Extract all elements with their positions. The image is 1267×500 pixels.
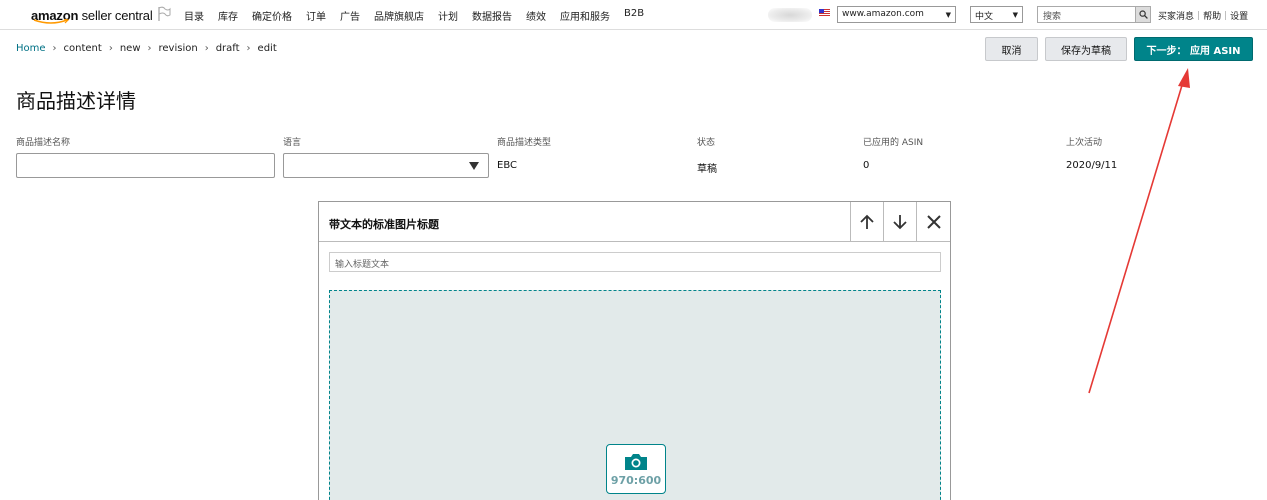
headline-placeholder: 输入标题文本 bbox=[335, 260, 390, 270]
applied-asin-value: 0 bbox=[863, 160, 870, 171]
chevron-right-icon: › bbox=[147, 43, 152, 54]
marketplace-select[interactable]: www.amazon.com ▼ bbox=[837, 6, 956, 23]
buyer-messages-link[interactable]: 买家消息 bbox=[1158, 9, 1194, 22]
main-nav: 目录 库存 确定价格 订单 广告 品牌旗舰店 计划 数据报告 绩效 应用和服务 … bbox=[184, 8, 658, 23]
logo-smile-icon bbox=[33, 19, 69, 24]
last-activity-label: 上次活动 bbox=[1066, 138, 1103, 148]
settings-link[interactable]: 设置 bbox=[1230, 9, 1248, 22]
nav-advertising[interactable]: 广告 bbox=[340, 8, 360, 23]
caret-down-icon bbox=[469, 162, 479, 170]
move-down-button[interactable] bbox=[883, 202, 916, 242]
save-draft-button[interactable]: 保存为草稿 bbox=[1045, 37, 1127, 61]
content-type-label: 商品描述类型 bbox=[497, 138, 552, 148]
image-upload-dropzone[interactable]: 970:600 bbox=[329, 290, 941, 500]
breadcrumb-home[interactable]: Home bbox=[16, 43, 46, 54]
nav-reports[interactable]: 数据报告 bbox=[472, 8, 512, 23]
module-title: 带文本的标准图片标题 bbox=[329, 218, 439, 231]
search-button[interactable] bbox=[1135, 6, 1151, 23]
status-label: 状态 bbox=[697, 138, 716, 148]
nav-stores[interactable]: 品牌旗舰店 bbox=[374, 8, 424, 23]
camera-icon bbox=[625, 453, 647, 470]
content-module: 带文本的标准图片标题 输入标题文本 970:600 bbox=[318, 201, 951, 500]
breadcrumb-revision[interactable]: revision bbox=[159, 43, 198, 54]
next-button-label: 下一步： 应用 ASIN bbox=[1146, 45, 1241, 57]
nav-b2b[interactable]: B2B bbox=[624, 8, 644, 23]
chevron-down-icon: ▼ bbox=[945, 11, 951, 19]
content-type-value: EBC bbox=[497, 160, 517, 171]
next-apply-asin-button[interactable]: 下一步： 应用 ASIN bbox=[1134, 37, 1253, 61]
seller-central-logo[interactable]: amazon seller central bbox=[31, 5, 153, 25]
breadcrumb-new[interactable]: new bbox=[120, 43, 141, 54]
nav-performance[interactable]: 绩效 bbox=[526, 8, 546, 23]
search-input[interactable]: 搜索 bbox=[1037, 6, 1136, 23]
move-up-button[interactable] bbox=[850, 202, 883, 242]
language-value: 中文 bbox=[975, 12, 994, 22]
breadcrumb: Home › content › new › revision › draft … bbox=[16, 43, 277, 54]
search-placeholder: 搜索 bbox=[1043, 12, 1062, 22]
nav-pricing[interactable]: 确定价格 bbox=[252, 8, 292, 23]
headline-text-input[interactable]: 输入标题文本 bbox=[329, 252, 941, 272]
arrow-up-icon bbox=[860, 214, 874, 229]
content-name-label: 商品描述名称 bbox=[16, 138, 71, 148]
nav-catalog[interactable]: 目录 bbox=[184, 8, 204, 23]
image-size-label: 970:600 bbox=[610, 473, 662, 487]
search-icon bbox=[1138, 10, 1148, 19]
us-flag-icon bbox=[819, 9, 830, 17]
chevron-right-icon: › bbox=[246, 43, 251, 54]
chevron-right-icon: › bbox=[204, 43, 209, 54]
top-navigation-bar: amazon seller central 目录 库存 确定价格 订单 广告 品… bbox=[0, 0, 1267, 30]
cancel-button-label: 取消 bbox=[1001, 45, 1022, 57]
breadcrumb-content[interactable]: content bbox=[64, 43, 102, 54]
top-links: 买家消息 | 帮助 | 设置 bbox=[1158, 9, 1248, 23]
breadcrumb-draft[interactable]: draft bbox=[216, 43, 240, 54]
nav-programs[interactable]: 计划 bbox=[438, 8, 458, 23]
status-value: 草稿 bbox=[697, 164, 717, 175]
image-size-badge: 970:600 bbox=[606, 444, 666, 494]
breadcrumb-edit: edit bbox=[257, 43, 277, 54]
module-header: 带文本的标准图片标题 bbox=[319, 202, 950, 242]
link-divider: | bbox=[1197, 10, 1201, 21]
language-label: 语言 bbox=[283, 138, 302, 148]
content-name-input[interactable] bbox=[16, 153, 275, 178]
chevron-down-icon: ▼ bbox=[1012, 11, 1018, 19]
help-link[interactable]: 帮助 bbox=[1203, 9, 1221, 22]
page-title: 商品描述详情 bbox=[16, 89, 136, 113]
chevron-right-icon: › bbox=[108, 43, 113, 54]
logo-rest-text: seller central bbox=[78, 8, 153, 23]
flag-icon[interactable] bbox=[157, 6, 171, 22]
chevron-right-icon: › bbox=[52, 43, 57, 54]
language-dropdown[interactable] bbox=[283, 153, 489, 178]
marketplace-value: www.amazon.com bbox=[842, 9, 924, 19]
close-icon bbox=[926, 215, 941, 229]
blurred-account-name bbox=[768, 8, 812, 22]
applied-asin-label: 已应用的 ASIN bbox=[863, 138, 924, 148]
cancel-button[interactable]: 取消 bbox=[985, 37, 1038, 61]
nav-inventory[interactable]: 库存 bbox=[218, 8, 238, 23]
nav-apps-services[interactable]: 应用和服务 bbox=[560, 8, 610, 23]
arrow-down-icon bbox=[893, 215, 907, 230]
language-select[interactable]: 中文 ▼ bbox=[970, 6, 1023, 23]
save-draft-button-label: 保存为草稿 bbox=[1061, 45, 1111, 57]
nav-orders[interactable]: 订单 bbox=[306, 8, 326, 23]
link-divider: | bbox=[1224, 10, 1228, 21]
last-activity-value: 2020/9/11 bbox=[1066, 160, 1118, 171]
remove-module-button[interactable] bbox=[916, 202, 950, 242]
